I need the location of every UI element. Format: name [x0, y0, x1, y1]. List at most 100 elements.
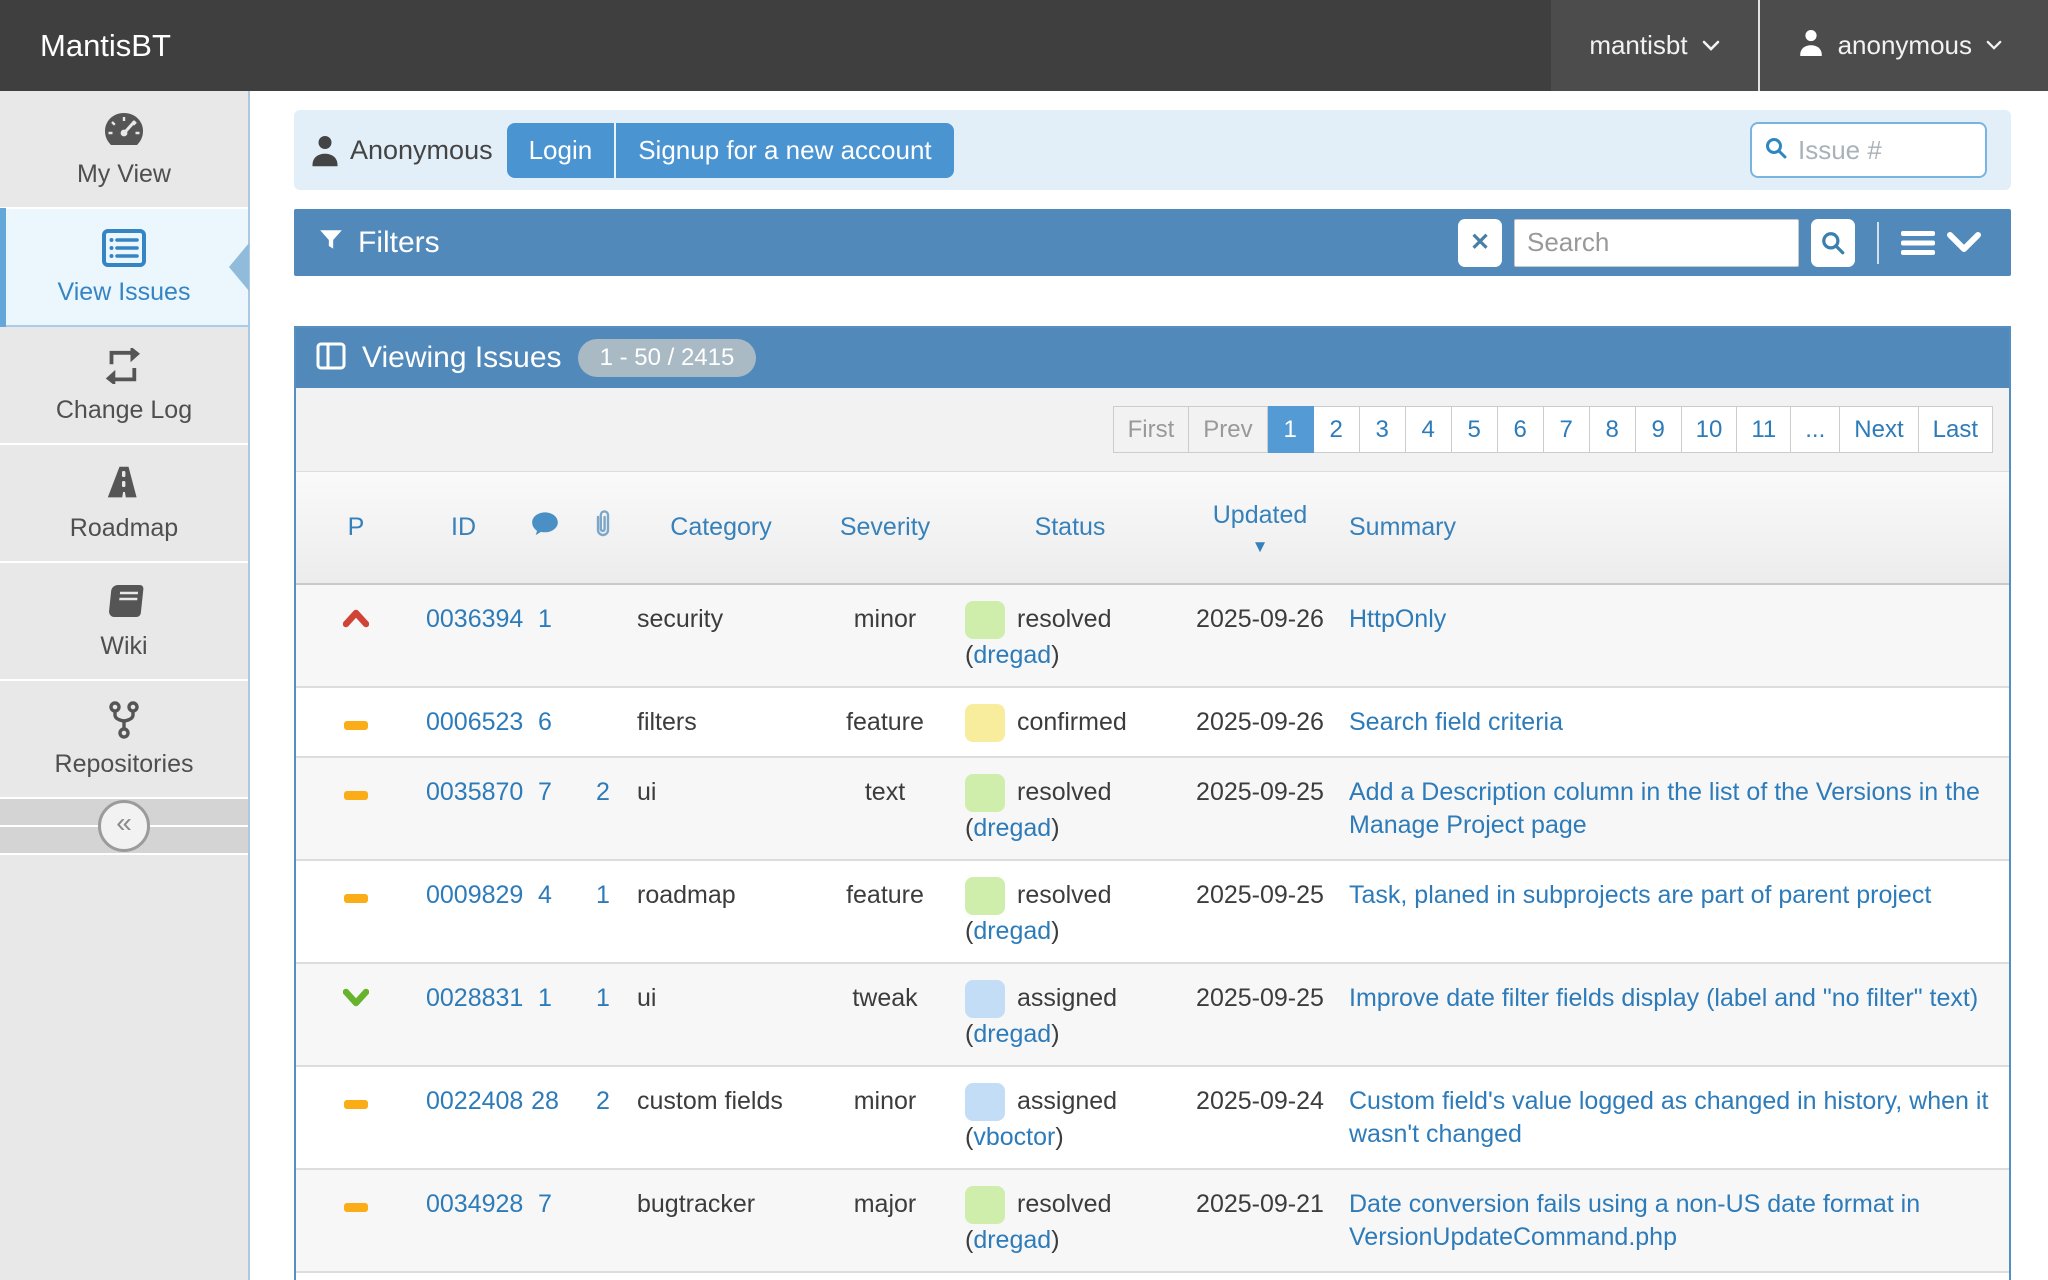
- status-color-box: [965, 1083, 1005, 1121]
- login-button[interactable]: Login: [507, 123, 615, 178]
- notes-bubble-icon[interactable]: [531, 515, 559, 543]
- issue-id-link[interactable]: 0035870: [426, 778, 523, 806]
- priority-normal-icon: [344, 1100, 368, 1109]
- issue-number-input[interactable]: [1798, 135, 1948, 166]
- sidebar-item-roadmap[interactable]: Roadmap: [0, 445, 248, 563]
- page-button-5[interactable]: 5: [1452, 406, 1498, 453]
- project-selector[interactable]: mantisbt: [1551, 0, 1757, 91]
- column-header-id[interactable]: ID: [451, 513, 476, 541]
- sidebar-item-view-issues[interactable]: View Issues: [0, 209, 248, 327]
- handler-link[interactable]: vboctor: [973, 1123, 1055, 1151]
- page-button-2[interactable]: 2: [1314, 406, 1360, 453]
- column-header-priority[interactable]: P: [348, 513, 365, 541]
- handler-link[interactable]: dregad: [973, 641, 1051, 669]
- handler-link[interactable]: dregad: [973, 1020, 1051, 1048]
- summary-link[interactable]: Add a Description column in the list of …: [1349, 778, 1980, 839]
- note-count-link[interactable]: 6: [538, 708, 552, 736]
- page-button-11[interactable]: 11: [1737, 406, 1791, 453]
- page-button-8[interactable]: 8: [1590, 406, 1636, 453]
- attachment-count-link[interactable]: 1: [596, 881, 610, 909]
- page-button-7[interactable]: 7: [1544, 406, 1590, 453]
- issue-id-link[interactable]: 0022408: [426, 1087, 523, 1115]
- note-count-link[interactable]: 7: [538, 778, 552, 806]
- priority-normal-icon: [344, 894, 368, 903]
- note-count-link[interactable]: 4: [538, 881, 552, 909]
- column-header-updated[interactable]: Updated: [1213, 501, 1308, 529]
- main-content: Anonymous Login Signup for a new account…: [250, 91, 2048, 1280]
- summary-link[interactable]: Improve date filter fields display (labe…: [1349, 984, 1978, 1012]
- column-header-summary[interactable]: Summary: [1349, 513, 1456, 541]
- user-menu[interactable]: anonymous: [1760, 0, 2048, 91]
- filter-search-input[interactable]: [1514, 219, 1799, 267]
- handler-link[interactable]: dregad: [973, 1226, 1051, 1254]
- issue-range-badge: 1 - 50 / 2415: [578, 339, 757, 377]
- attachment-count-link[interactable]: 1: [596, 984, 610, 1012]
- summary-link[interactable]: HttpOnly: [1349, 605, 1446, 633]
- handler-link[interactable]: dregad: [973, 917, 1051, 945]
- category-cell: security: [627, 584, 815, 687]
- attachment-count-link[interactable]: 2: [596, 1087, 610, 1115]
- clear-filter-button[interactable]: ✕: [1458, 219, 1502, 267]
- handler-line: (dregad): [965, 812, 1175, 845]
- summary-link[interactable]: Date conversion fails using a non-US dat…: [1349, 1190, 1920, 1251]
- attachment-paperclip-icon[interactable]: [592, 517, 614, 545]
- page-button-...[interactable]: ...: [1791, 406, 1840, 453]
- issue-id-link[interactable]: 0028831: [426, 984, 523, 1012]
- issue-id-link[interactable]: 0036394: [426, 605, 523, 633]
- issue-row-0036394: 00363941securityminorresolved(dregad)202…: [296, 584, 2009, 687]
- sidebar: My View View Issues Change Log Roadmap WikiR…: [0, 91, 250, 1280]
- updated-cell: 2025-09-21: [1185, 1169, 1335, 1272]
- sidebar-item-label: View Issues: [58, 278, 191, 307]
- issue-id-link[interactable]: 0009829: [426, 881, 523, 909]
- page-button-9[interactable]: 9: [1636, 406, 1682, 453]
- page-button-next[interactable]: Next: [1840, 406, 1918, 453]
- column-header-status[interactable]: Status: [1035, 513, 1106, 541]
- filter-collapse-chevron-icon[interactable]: [1947, 232, 1981, 254]
- viewing-issues-widget: Viewing Issues 1 - 50 / 2415 FirstPrev12…: [294, 326, 2011, 1280]
- sidebar-item-change-log[interactable]: Change Log: [0, 327, 248, 445]
- summary-link[interactable]: Search field criteria: [1349, 708, 1563, 736]
- road-icon: [104, 464, 144, 504]
- column-header-category[interactable]: Category: [670, 513, 771, 541]
- summary-link[interactable]: Custom field's value logged as changed i…: [1349, 1087, 1988, 1148]
- column-header-severity[interactable]: Severity: [840, 513, 930, 541]
- sidebar-item-my-view[interactable]: My View: [0, 91, 248, 209]
- note-count-link[interactable]: 7: [538, 1190, 552, 1218]
- divider: [1877, 222, 1879, 264]
- page-button-3[interactable]: 3: [1360, 406, 1406, 453]
- handler-line: (vboctor): [965, 1121, 1175, 1154]
- note-count-link[interactable]: 1: [538, 605, 552, 633]
- issue-row-0036353: 00363531attachmentstweakassigned(dregad)…: [296, 1272, 2009, 1280]
- note-count-link[interactable]: 1: [538, 984, 552, 1012]
- summary-link[interactable]: Task, planed in subprojects are part of …: [1349, 881, 1931, 909]
- issues-table-header: P ID Category Severity Status Updated: [296, 472, 2009, 584]
- sidebar-item-repositories[interactable]: Repositories: [0, 681, 248, 799]
- brand-logo[interactable]: MantisBT: [0, 0, 1551, 91]
- signup-button[interactable]: Signup for a new account: [614, 123, 953, 178]
- mantisbt-app: MantisBT mantisbt anonymous My View View …: [0, 0, 2048, 1280]
- filter-menu-icon[interactable]: [1901, 230, 1935, 256]
- issue-row-0028831: 002883111uitweakassigned(dregad)2025-09-…: [296, 963, 2009, 1066]
- status-cell: assigned(dregad): [955, 1272, 1185, 1280]
- filter-search-button[interactable]: [1811, 219, 1855, 267]
- page-button-1[interactable]: 1: [1268, 406, 1314, 453]
- issues-table-body: 00363941securityminorresolved(dregad)202…: [296, 584, 2009, 1280]
- sidebar-item-wiki[interactable]: Wiki: [0, 563, 248, 681]
- sidebar-item-label: Roadmap: [70, 514, 178, 543]
- updated-cell: 2025-09-24: [1185, 1066, 1335, 1169]
- sidebar-collapse-button[interactable]: «: [98, 800, 150, 852]
- note-count-link[interactable]: 28: [531, 1087, 559, 1115]
- issues-table: P ID Category Severity Status Updated: [296, 472, 2009, 1280]
- page-button-10[interactable]: 10: [1682, 406, 1738, 453]
- priority-normal-icon: [344, 1203, 368, 1212]
- issue-id-link[interactable]: 0006523: [426, 708, 523, 736]
- user-icon: [1798, 28, 1824, 63]
- handler-link[interactable]: dregad: [973, 814, 1051, 842]
- status-cell: resolved(dregad): [955, 860, 1185, 963]
- search-icon: [1764, 136, 1788, 165]
- issue-id-link[interactable]: 0034928: [426, 1190, 523, 1218]
- page-button-4[interactable]: 4: [1406, 406, 1452, 453]
- attachment-count-link[interactable]: 2: [596, 778, 610, 806]
- page-button-last[interactable]: Last: [1919, 406, 1993, 453]
- page-button-6[interactable]: 6: [1498, 406, 1544, 453]
